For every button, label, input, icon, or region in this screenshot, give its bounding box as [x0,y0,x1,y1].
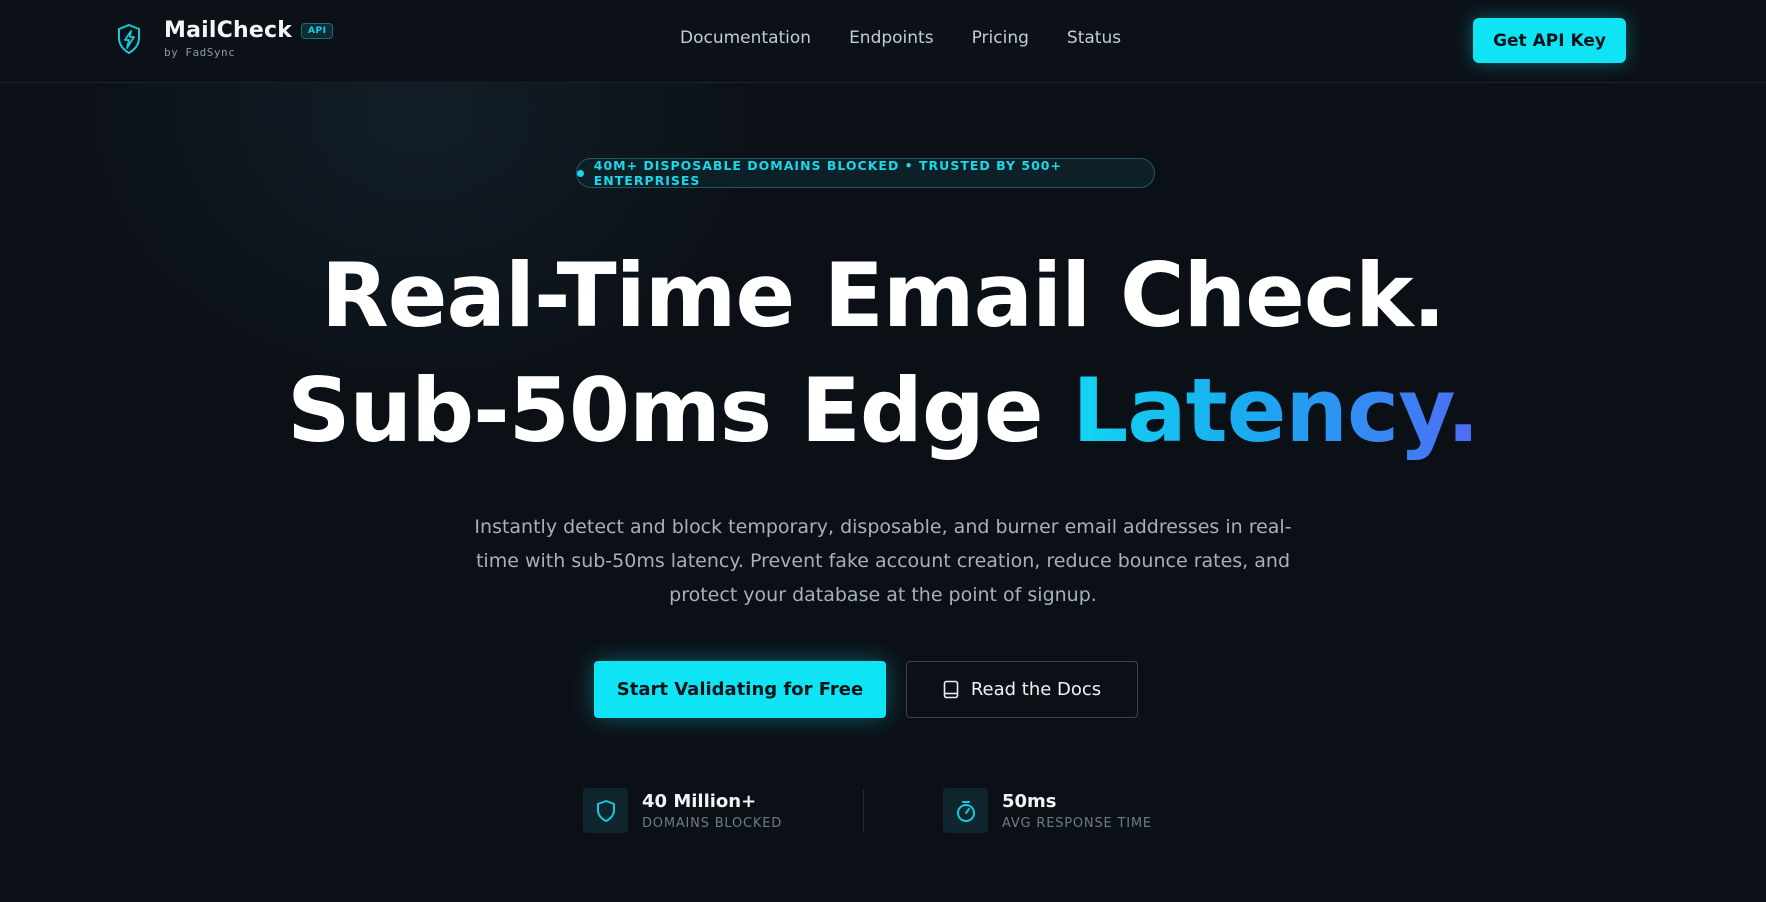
stat-label: AVG RESPONSE TIME [1002,815,1152,831]
top-navbar: MailCheck API by FadSync Documentation E… [0,0,1766,83]
start-validating-button[interactable]: Start Validating for Free [594,661,886,718]
brand-name: MailCheck [164,18,293,43]
hero-description: Instantly detect and block temporary, di… [474,516,1292,606]
hero-title-plain: Sub-50ms Edge [287,359,1073,462]
trust-pill: 40M+ DISPOSABLE DOMAINS BLOCKED • TRUSTE… [576,158,1155,188]
lightning-shield-icon [114,21,144,57]
nav-endpoints[interactable]: Endpoints [849,28,934,48]
trust-pill-text: 40M+ DISPOSABLE DOMAINS BLOCKED • TRUSTE… [593,158,1062,188]
nav-pricing[interactable]: Pricing [972,28,1029,48]
hero-title-line1: Real-Time Email Check. [321,244,1446,347]
landing-page: MailCheck API by FadSync Documentation E… [0,0,1766,902]
read-docs-label: Read the Docs [970,679,1102,700]
nav-documentation[interactable]: Documentation [680,28,811,48]
brand-logo[interactable]: MailCheck API by FadSync [114,18,334,59]
stat-value: 40 Million+ [642,790,757,812]
stat-domains-blocked: 40 Million+ DOMAINS BLOCKED [583,788,782,833]
nav-status[interactable]: Status [1067,28,1121,48]
book-icon [943,680,959,699]
main-nav: Documentation Endpoints Pricing Status [680,28,1159,48]
stat-label: DOMAINS BLOCKED [642,815,783,831]
brand-subtitle: by FadSync [164,46,236,59]
hero-title-line2: Sub-50ms Edge Latency. [0,359,1766,462]
stat-response-time: 50ms AVG RESPONSE TIME [943,788,1152,833]
stat-value: 50ms [1002,790,1057,812]
api-badge: API [301,22,334,39]
status-dot-icon [577,169,584,177]
stat-divider [863,790,864,832]
get-api-key-button[interactable]: Get API Key [1473,18,1626,63]
read-docs-button[interactable]: Read the Docs [906,661,1138,718]
hero-title-highlight: Latency. [1072,359,1480,462]
shield-icon [583,788,628,833]
stopwatch-icon [943,788,988,833]
